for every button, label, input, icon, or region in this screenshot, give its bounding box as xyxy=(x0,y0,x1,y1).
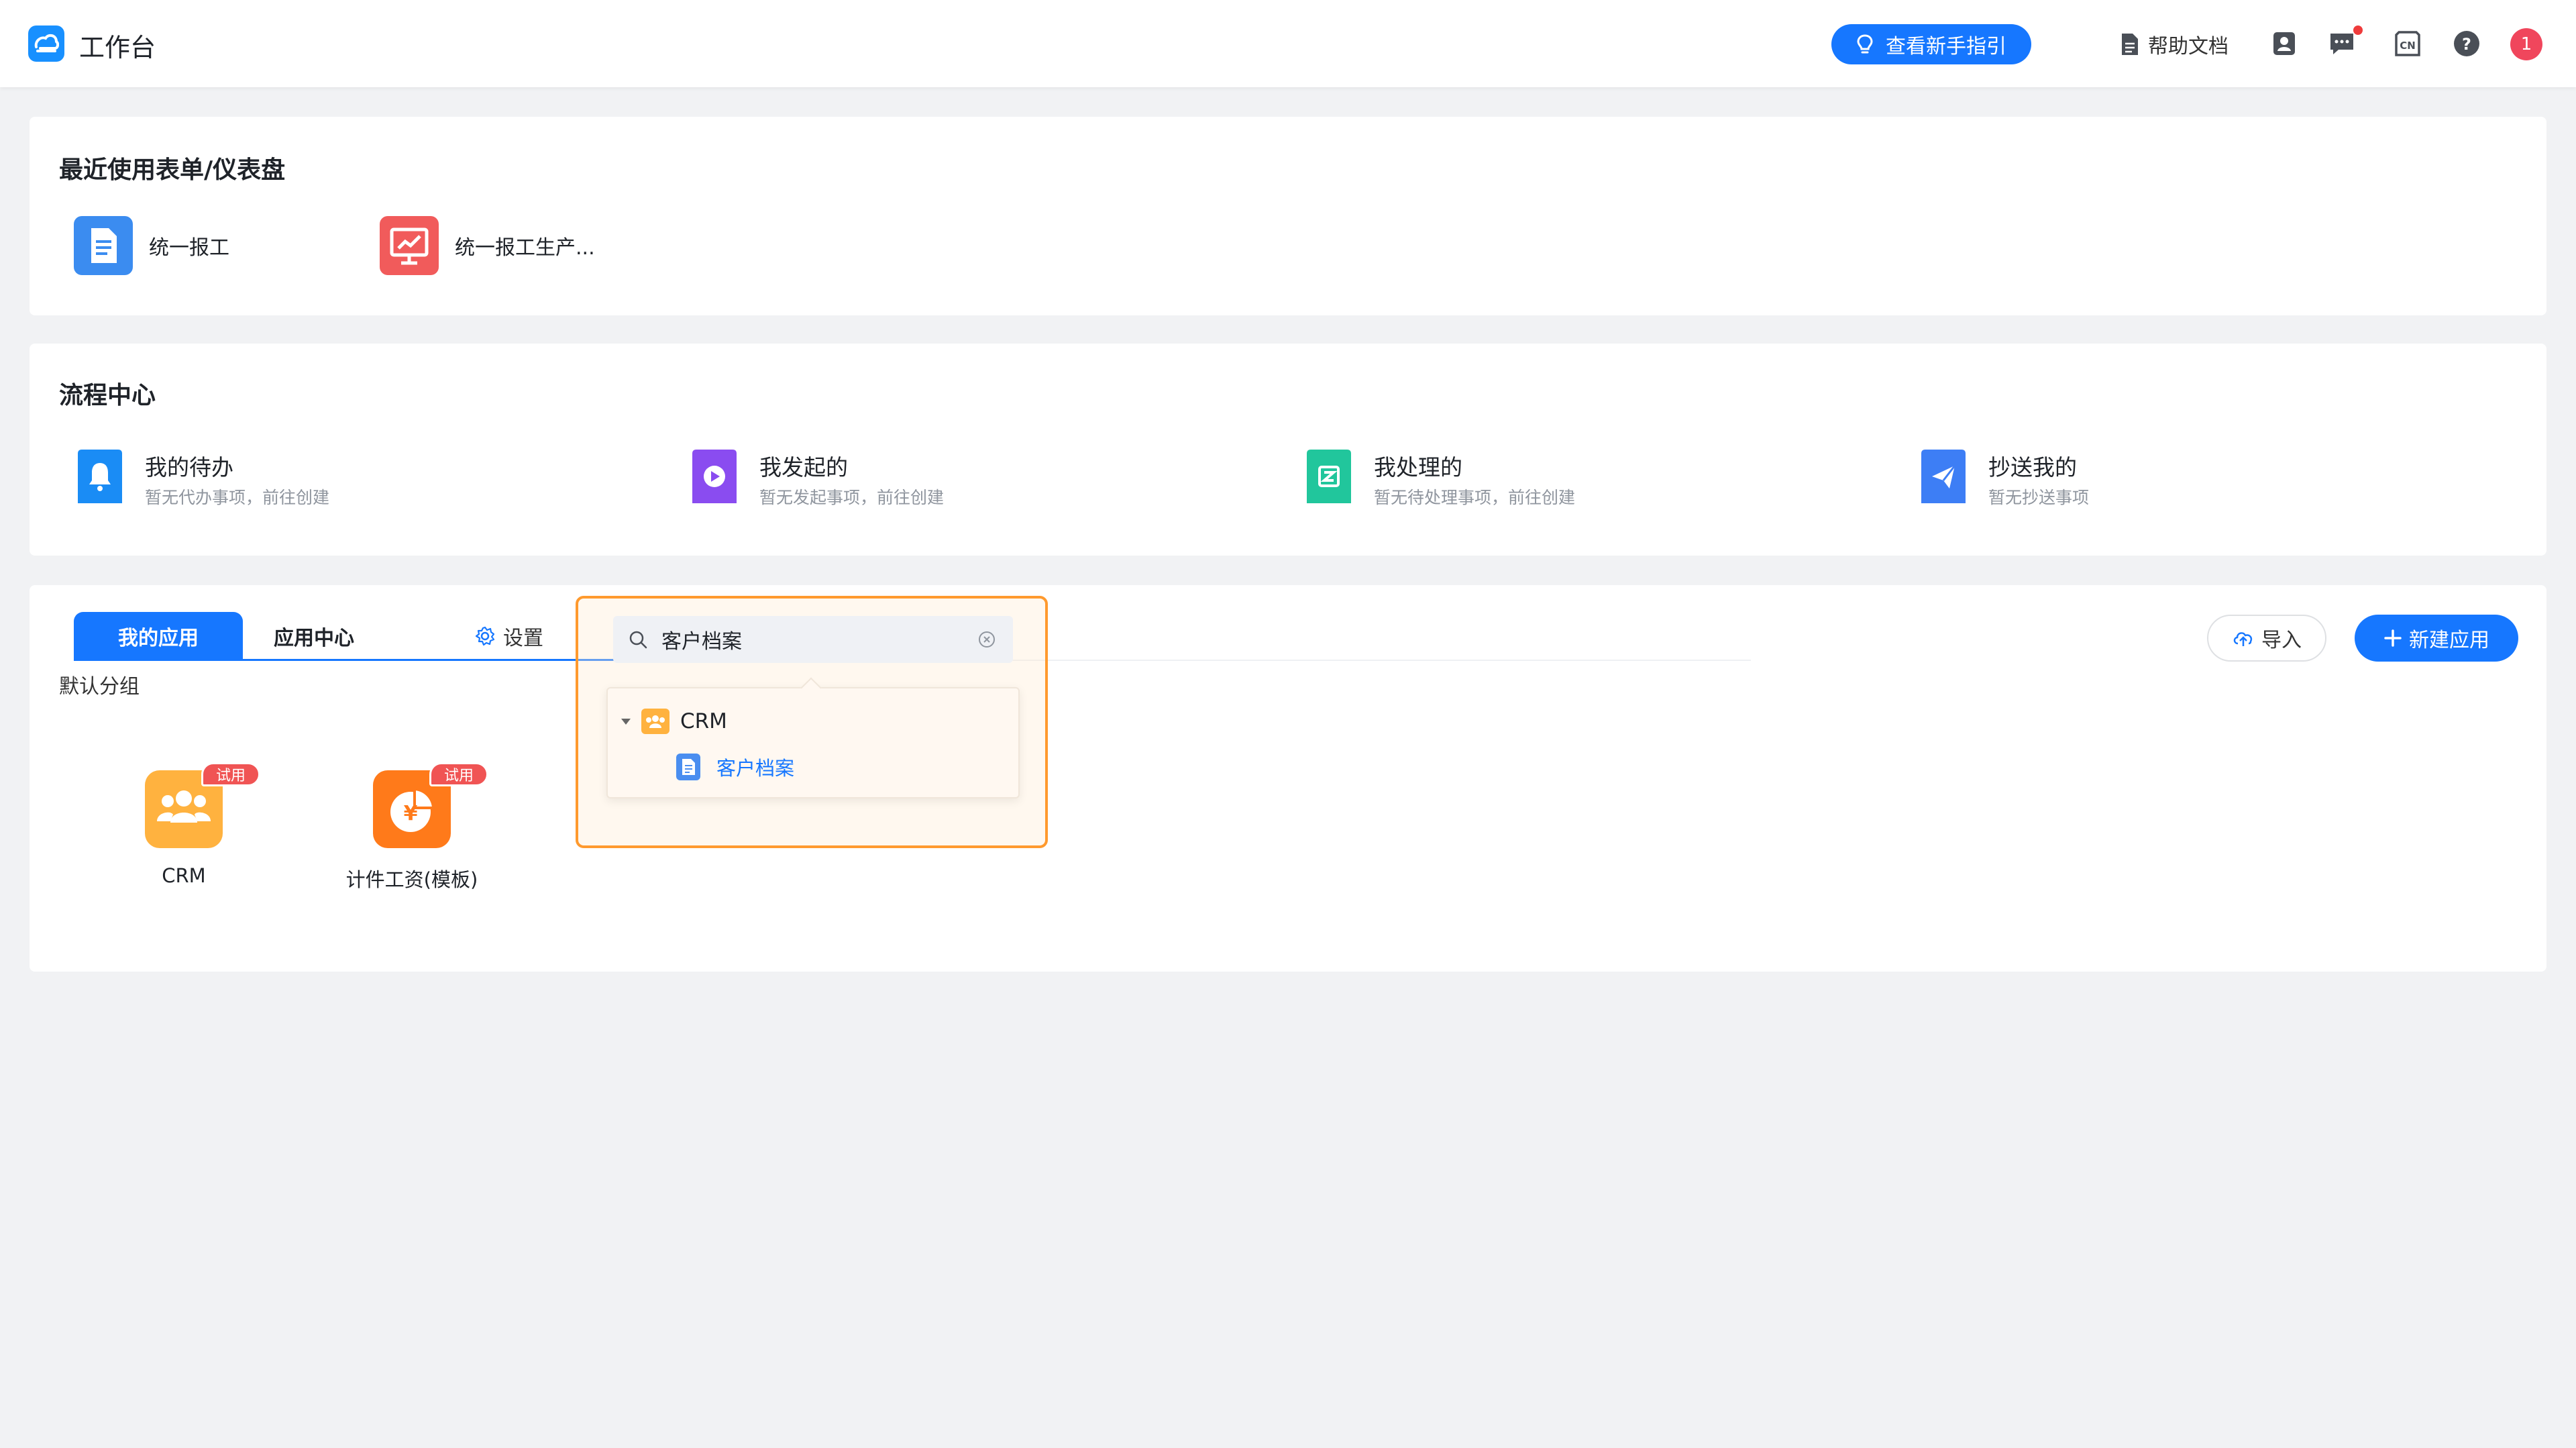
new-app-label: 新建应用 xyxy=(2409,629,2489,652)
help-docs-label: 帮助文档 xyxy=(2148,35,2229,58)
trial-badge: 试用 xyxy=(429,762,488,786)
view-guide-button[interactable]: 查看新手指引 xyxy=(1831,24,2031,64)
recent-item-dashboard[interactable]: 统一报工生产... xyxy=(380,216,595,275)
group-label: 默认分组 xyxy=(59,675,140,699)
play-icon xyxy=(692,450,737,503)
document-icon xyxy=(2122,34,2138,55)
process-center-card: 流程中心 我的待办 暂无代办事项，前往创建 我发起的 暂无发起事项，前往创建 我… xyxy=(30,344,2546,556)
flow-item-title: 抄送我的 xyxy=(1988,454,2077,480)
view-guide-label: 查看新手指引 xyxy=(1886,35,2006,58)
app-title: 工作台 xyxy=(79,33,156,62)
caret-down-icon[interactable] xyxy=(621,718,631,725)
message-unread-dot xyxy=(2353,25,2363,35)
search-icon xyxy=(629,631,647,649)
search-results-dropdown: CRM 客户档案 xyxy=(606,687,1020,798)
flow-item-subtitle: 暂无发起事项，前往创建 xyxy=(759,488,945,507)
contacts-icon[interactable] xyxy=(2270,30,2298,58)
user-avatar[interactable]: 1 xyxy=(2510,28,2542,60)
search-input[interactable] xyxy=(661,616,957,663)
app-name: 计件工资(模板) xyxy=(345,868,478,891)
app-logo[interactable] xyxy=(28,25,64,62)
svg-text:?: ? xyxy=(2462,35,2471,54)
app-search-box[interactable] xyxy=(613,616,1013,663)
result-item[interactable]: 客户档案 xyxy=(676,753,794,781)
cloud-logo-icon xyxy=(34,34,59,52)
flow-item-title: 我处理的 xyxy=(1374,454,1462,480)
flow-item-title: 我的待办 xyxy=(145,454,233,480)
people-icon xyxy=(641,709,669,734)
recent-item-form[interactable]: 统一报工 xyxy=(74,216,229,275)
app-tile-crm[interactable]: 试用 CRM xyxy=(90,762,278,904)
tab-my-apps[interactable]: 我的应用 xyxy=(74,612,243,660)
top-bar: 工作台 查看新手指引 帮助文档 CN ? 1 xyxy=(0,0,2576,87)
recent-item-label: 统一报工生产... xyxy=(455,236,595,260)
flow-item-title: 我发起的 xyxy=(759,454,848,480)
recent-forms-card: 最近使用表单/仪表盘 统一报工 统一报工生产... xyxy=(30,117,2546,315)
flow-item-subtitle: 暂无抄送事项 xyxy=(1988,488,2090,507)
gear-icon xyxy=(475,626,495,646)
flow-item-subtitle: 暂无代办事项，前往创建 xyxy=(145,488,330,507)
recent-item-label: 统一报工 xyxy=(149,236,229,260)
trial-badge: 试用 xyxy=(201,762,260,786)
new-app-button[interactable]: 新建应用 xyxy=(2355,615,2518,662)
apps-card: 我的应用 应用中心 设置 默认分组 导入 新建应用 试用 CRM ¥ 试用 计件… xyxy=(30,585,2546,972)
language-icon-text: CN xyxy=(2400,40,2416,52)
flow-item-subtitle: 暂无待处理事项，前往创建 xyxy=(1374,488,1576,507)
process-center-title: 流程中心 xyxy=(59,382,156,409)
cloud-upload-icon xyxy=(2233,632,2253,646)
bell-icon xyxy=(78,450,122,503)
svg-text:¥: ¥ xyxy=(404,802,418,825)
form-icon xyxy=(676,754,700,780)
app-name: CRM xyxy=(162,864,206,887)
plus-icon xyxy=(2384,629,2402,647)
import-label: 导入 xyxy=(2261,629,2302,652)
result-group-crm[interactable]: CRM xyxy=(621,709,727,734)
lightbulb-icon xyxy=(1857,34,1873,54)
language-icon[interactable]: CN xyxy=(2394,30,2422,58)
form-icon xyxy=(74,216,133,275)
send-icon xyxy=(1921,450,1966,503)
dashboard-icon xyxy=(380,216,439,275)
message-icon[interactable] xyxy=(2328,30,2356,58)
app-tile-piece-wage[interactable]: ¥ 试用 计件工资(模板) xyxy=(318,762,506,904)
help-icon[interactable]: ? xyxy=(2453,30,2481,58)
import-button[interactable]: 导入 xyxy=(2207,615,2326,662)
result-group-label: CRM xyxy=(680,709,727,733)
clear-icon[interactable] xyxy=(977,629,997,650)
settings-button[interactable]: 设置 xyxy=(475,612,543,660)
recent-forms-title: 最近使用表单/仪表盘 xyxy=(59,156,286,184)
check-doc-icon xyxy=(1307,450,1351,503)
help-docs-link[interactable]: 帮助文档 xyxy=(2120,28,2229,60)
result-item-label: 客户档案 xyxy=(716,757,795,780)
tab-app-center[interactable]: 应用中心 xyxy=(274,612,354,660)
settings-label: 设置 xyxy=(503,627,543,650)
